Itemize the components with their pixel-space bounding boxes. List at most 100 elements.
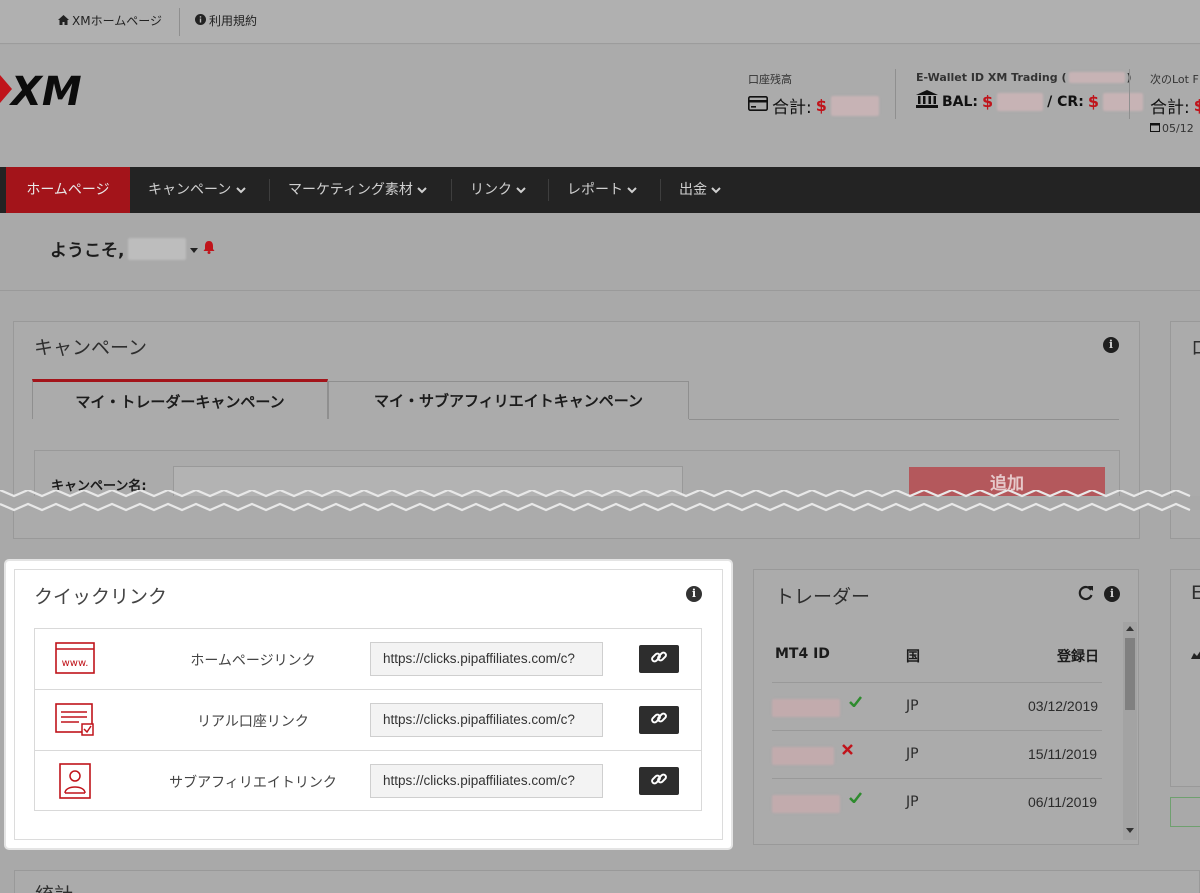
info-icon[interactable]: i	[1104, 586, 1120, 602]
country-cell: JP	[906, 794, 919, 810]
mt4-id-redacted	[772, 747, 834, 765]
scrollbar-thumb[interactable]	[1125, 638, 1135, 710]
divider	[0, 290, 1200, 291]
list-item: サブアフィリエイトリンク https://clicks.pipaffiliate…	[35, 751, 701, 812]
cross-icon	[842, 743, 853, 759]
quick-link-label: リアル口座リンク	[197, 714, 309, 730]
nav-reports[interactable]: レポート	[567, 167, 638, 213]
terms-link[interactable]: 利用規約	[195, 12, 257, 29]
lot-currency: $	[1193, 96, 1200, 115]
user-card-icon	[55, 763, 95, 803]
balance-redacted	[830, 95, 879, 116]
header-divider	[1129, 69, 1130, 119]
copy-link-button[interactable]	[639, 645, 679, 673]
nav-campaign[interactable]: キャンペーン	[148, 167, 246, 213]
balance-label: 口座残高	[748, 73, 792, 86]
nav-divider	[548, 179, 549, 201]
lot-date: 05/12	[1162, 122, 1194, 135]
header-divider	[895, 69, 896, 119]
nav-links[interactable]: リンク	[470, 167, 527, 213]
info-icon[interactable]: i	[1103, 337, 1119, 353]
chart-icon	[1191, 648, 1200, 663]
link-icon	[650, 770, 668, 792]
mt4-id-redacted	[772, 699, 840, 717]
bal-redacted	[997, 92, 1044, 111]
cr-currency: $	[1087, 92, 1099, 111]
page-break	[0, 490, 1200, 512]
cr-label: / CR:	[1047, 93, 1084, 110]
header: XM 口座残高 合計: $ E-Wallet ID XM Trading ( )…	[0, 45, 1200, 167]
top-bar: XMホームページ 利用規約	[0, 0, 1200, 44]
column-header-mt4-id[interactable]: MT4 ID	[775, 646, 830, 662]
stats-title: 統計	[35, 880, 73, 893]
traders-panel: トレーダー i MT4 ID 国 登録日 JP 03/12/2019 JP 15…	[753, 569, 1139, 845]
info-icon[interactable]: i	[686, 586, 702, 602]
main-nav: ホームページ キャンペーン マーケティング素材 リンク レポート 出金	[0, 167, 1200, 213]
nav-home-label: ホームページ	[26, 182, 110, 198]
logo-text: XM	[8, 69, 82, 111]
chevron-down-icon	[236, 182, 246, 198]
list-item: リアル口座リンク https://clicks.pipaffiliates.co…	[35, 690, 701, 751]
refresh-icon[interactable]	[1077, 585, 1094, 606]
traders-scrollbar[interactable]	[1123, 622, 1137, 840]
quick-links-panel: クイックリンク i www. ホームページリンク https://clicks.…	[6, 561, 731, 848]
country-cell: JP	[906, 746, 919, 762]
welcome-text: ようこそ,	[50, 241, 125, 261]
balance-block: 口座残高 合計: $	[748, 71, 879, 118]
quick-link-label: サブアフィリエイトリンク	[169, 775, 337, 791]
lot-label: 次のLot F	[1150, 73, 1199, 86]
ewallet-block: E-Wallet ID XM Trading ( ) BAL: $ / CR: …	[916, 71, 1143, 113]
copy-link-button[interactable]	[639, 706, 679, 734]
info-circle-icon	[195, 13, 206, 28]
form-icon	[55, 702, 95, 742]
nav-marketing-label: マーケティング素材	[288, 182, 413, 198]
stats-panel: 統計	[14, 870, 1200, 893]
xm-home-link[interactable]: XMホームページ	[58, 12, 162, 29]
side-panel: E	[1170, 569, 1200, 787]
table-row[interactable]: JP 03/12/2019	[772, 682, 1102, 730]
nav-campaign-label: キャンペーン	[148, 182, 232, 198]
account-panel-title: ロ	[1191, 333, 1200, 360]
home-icon	[58, 14, 69, 28]
tab-subaffiliate-campaign[interactable]: マイ・サブアフィリエイトキャンペーン	[328, 381, 689, 419]
table-row[interactable]: JP 06/11/2019	[772, 778, 1102, 826]
tab-trader-campaign[interactable]: マイ・トレーダーキャンペーン	[32, 379, 328, 419]
quick-links-title: クイックリンク	[34, 586, 168, 608]
nav-divider	[660, 179, 661, 201]
date-cell: 03/12/2019	[1028, 698, 1099, 714]
nav-marketing[interactable]: マーケティング素材	[288, 167, 428, 213]
column-header-date[interactable]: 登録日	[1057, 646, 1099, 666]
copy-link-button[interactable]	[639, 767, 679, 795]
nav-withdrawal[interactable]: 出金	[679, 167, 722, 213]
quick-link-url-input[interactable]: https://clicks.pipaffiliates.com/c?	[370, 764, 603, 798]
bal-label: BAL:	[942, 93, 979, 110]
bell-icon[interactable]	[202, 239, 216, 259]
svg-text:www.: www.	[62, 658, 89, 669]
link-icon	[650, 709, 668, 731]
nav-divider	[451, 179, 452, 201]
welcome: ようこそ,	[50, 236, 216, 261]
xm-home-label: XMホームページ	[72, 14, 162, 28]
balance-total-label: 合計:	[772, 98, 812, 118]
quick-link-label: ホームページリンク	[190, 653, 316, 669]
column-header-country[interactable]: 国	[906, 646, 920, 666]
caret-down-icon[interactable]	[190, 239, 199, 259]
quick-link-url-input[interactable]: https://clicks.pipaffiliates.com/c?	[370, 642, 603, 676]
country-cell: JP	[906, 698, 919, 714]
traders-title: トレーダー	[775, 586, 871, 608]
ewallet-label: E-Wallet ID XM Trading (	[916, 71, 1067, 84]
quick-link-url-input[interactable]: https://clicks.pipaffiliates.com/c?	[370, 703, 603, 737]
chevron-down-icon	[711, 182, 722, 198]
calendar-icon	[1150, 122, 1160, 135]
xm-logo[interactable]: XM	[0, 67, 100, 115]
side-button[interactable]	[1170, 797, 1200, 827]
date-cell: 15/11/2019	[1028, 746, 1098, 762]
table-row[interactable]: JP 15/11/2019	[772, 730, 1102, 778]
username-redacted	[128, 237, 187, 260]
lot-block: 次のLot F 合計: $ 05/12	[1150, 71, 1200, 135]
nav-links-label: リンク	[470, 182, 512, 198]
nav-home[interactable]: ホームページ	[6, 167, 130, 213]
cr-redacted	[1102, 92, 1143, 111]
link-icon	[650, 648, 668, 670]
check-icon	[849, 695, 862, 711]
